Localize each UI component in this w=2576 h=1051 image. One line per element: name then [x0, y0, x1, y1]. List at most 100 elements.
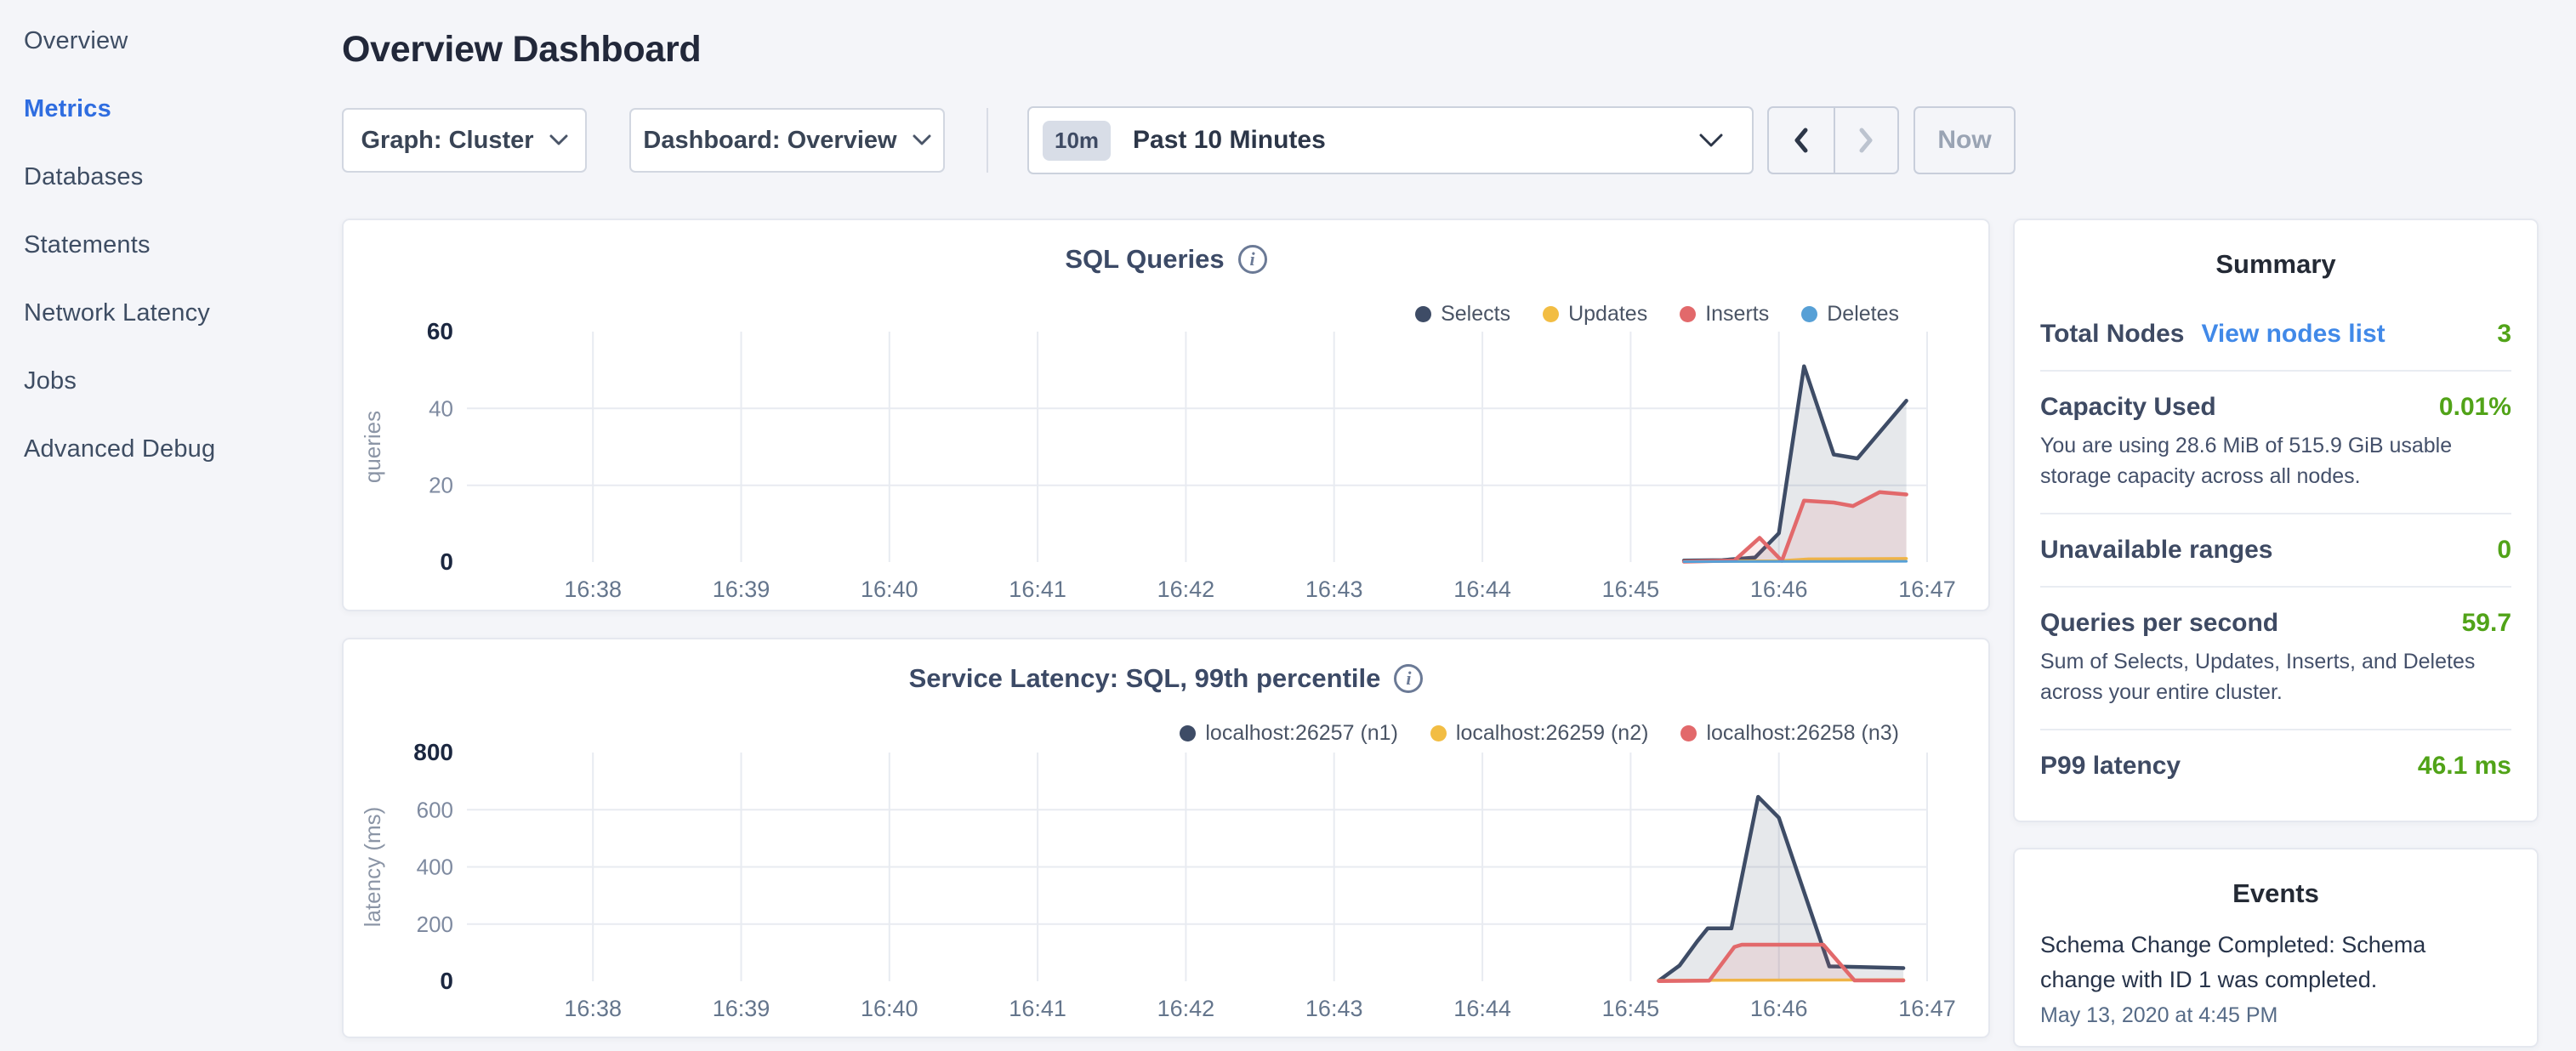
x-tick-label: 16:40	[861, 577, 918, 602]
summary-row-queries-per-second: Queries per second 59.7 Sum of Selects, Up…	[2040, 586, 2511, 729]
summary-row-label: P99 latency	[2040, 752, 2181, 781]
x-tick-label: 16:46	[1750, 577, 1808, 602]
legend-label: localhost:26257 (n1)	[1205, 721, 1398, 746]
time-range-prev-button[interactable]	[1769, 108, 1834, 173]
dashboard-dropdown[interactable]: Dashboard: Overview	[629, 108, 945, 173]
legend-item-deletes[interactable]: Deletes	[1801, 302, 1899, 327]
summary-row-description: Sum of Selects, Updates, Inserts, and De…	[2040, 646, 2511, 707]
sidebar: OverviewMetricsDatabasesStatementsNetwor…	[0, 7, 342, 483]
sidebar-item-metrics[interactable]: Metrics	[0, 75, 342, 143]
sidebar-item-jobs[interactable]: Jobs	[0, 347, 342, 415]
view-nodes-link[interactable]: View nodes list	[2201, 320, 2385, 349]
sidebar-item-databases[interactable]: Databases	[0, 143, 342, 211]
app-root: OverviewMetricsDatabasesStatementsNetwor…	[0, 0, 2576, 1051]
summary-row-description: You are using 28.6 MiB of 515.9 GiB usab…	[2040, 430, 2511, 491]
time-range-badge: 10m	[1043, 121, 1111, 161]
time-range-select[interactable]: 10m Past 10 Minutes	[1027, 106, 1754, 174]
legend-label: localhost:26258 (n3)	[1706, 721, 1899, 746]
event-item: Schema Change Completed: Schema change w…	[2040, 928, 2511, 1028]
sql-queries-chart[interactable]: 16:3816:3916:4016:4116:4216:4316:4416:45…	[344, 220, 1988, 610]
summary-row-total-nodes: Total NodesView nodes list3	[2040, 298, 2511, 370]
legend-item-localhost-26259-n2[interactable]: localhost:26259 (n2)	[1430, 721, 1649, 746]
legend-item-updates[interactable]: Updates	[1543, 302, 1647, 327]
sidebar-item-statements[interactable]: Statements	[0, 211, 342, 279]
summary-title: Summary	[2040, 249, 2511, 280]
event-timestamp: May 13, 2020 at 4:45 PM	[2040, 1003, 2511, 1028]
x-tick-label: 16:39	[713, 996, 771, 1021]
legend-dot-icon	[1543, 306, 1559, 322]
summary-row-value: 59.7	[2462, 609, 2511, 638]
sidebar-item-advanced-debug[interactable]: Advanced Debug	[0, 415, 342, 483]
chart-legend: localhost:26257 (n1) localhost:26259 (n2)…	[1180, 721, 1899, 746]
x-tick-label: 16:47	[1898, 577, 1956, 602]
summary-row-value: 3	[2497, 320, 2511, 349]
x-tick-label: 16:44	[1453, 577, 1511, 602]
info-icon[interactable]: i	[1238, 245, 1267, 274]
summary-row-capacity-used: Capacity Used 0.01% You are using 28.6 MiB…	[2040, 370, 2511, 513]
x-tick-label: 16:38	[564, 577, 622, 602]
graph-scope-dropdown-label: Graph: Cluster	[361, 127, 533, 155]
events-title: Events	[2040, 878, 2511, 909]
now-button[interactable]: Now	[1914, 106, 2016, 174]
legend-item-localhost-26257-n1[interactable]: localhost:26257 (n1)	[1180, 721, 1398, 746]
time-range-arrows	[1767, 106, 1899, 174]
time-range-next-button[interactable]	[1834, 108, 1898, 173]
chevron-right-icon	[1857, 127, 1874, 154]
summary-row-label: Queries per second	[2040, 609, 2278, 638]
x-tick-label: 16:42	[1157, 996, 1215, 1021]
legend-item-selects[interactable]: Selects	[1415, 302, 1510, 327]
chevron-down-icon	[913, 134, 931, 146]
summary-rows: Total NodesView nodes list3Capacity Used…	[2040, 298, 2511, 802]
summary-row-unavailable-ranges: Unavailable ranges 0	[2040, 513, 2511, 586]
x-tick-label: 16:43	[1305, 996, 1363, 1021]
page-title: Overview Dashboard	[342, 29, 701, 71]
chart-title: Service Latency: SQL, 99th percentile	[909, 663, 1381, 694]
legend-item-localhost-26258-n3[interactable]: localhost:26258 (n3)	[1680, 721, 1899, 746]
sidebar-item-network-latency[interactable]: Network Latency	[0, 279, 342, 347]
y-tick-label: 400	[417, 855, 453, 880]
legend-label: Selects	[1441, 302, 1510, 327]
x-tick-label: 16:39	[713, 577, 771, 602]
summary-row-label: Capacity Used	[2040, 393, 2216, 422]
summary-row-value: 0	[2497, 536, 2511, 565]
summary-row-label: Unavailable ranges	[2040, 536, 2272, 565]
legend-label: Deletes	[1827, 302, 1899, 327]
y-tick-label: 0	[440, 968, 453, 994]
chart-title: SQL Queries	[1065, 244, 1224, 275]
x-tick-label: 16:41	[1009, 577, 1066, 602]
legend-dot-icon	[1180, 725, 1196, 741]
events-list: Schema Change Completed: Schema change w…	[2040, 928, 2511, 1028]
y-tick-label: 60	[427, 318, 453, 344]
y-tick-label: 40	[429, 395, 453, 421]
summary-row-p99-latency: P99 latency 46.1 ms	[2040, 729, 2511, 802]
legend-label: Inserts	[1705, 302, 1769, 327]
info-icon[interactable]: i	[1394, 664, 1423, 693]
x-tick-label: 16:46	[1750, 996, 1808, 1021]
event-message: Schema Change Completed: Schema change w…	[2040, 928, 2453, 997]
y-axis-title: queries	[360, 411, 385, 483]
legend-label: Updates	[1568, 302, 1647, 327]
sql-queries-chart-card: SQL Queries i Selects Updates Inserts Delet…	[342, 219, 1990, 611]
summary-panel: Summary Total NodesView nodes list3Capac…	[2013, 219, 2539, 822]
toolbar-divider	[987, 108, 988, 173]
y-tick-label: 20	[429, 473, 453, 498]
summary-row-value: 0.01%	[2439, 393, 2511, 422]
legend-dot-icon	[1415, 306, 1431, 322]
y-tick-label: 800	[413, 739, 453, 765]
chevron-left-icon	[1793, 127, 1810, 154]
legend-dot-icon	[1680, 306, 1696, 322]
y-tick-label: 0	[440, 548, 453, 575]
chevron-down-icon	[549, 134, 568, 146]
x-tick-label: 16:42	[1157, 577, 1215, 602]
legend-dot-icon	[1680, 725, 1697, 741]
legend-item-inserts[interactable]: Inserts	[1680, 302, 1769, 327]
events-panel: Events Schema Change Completed: Schema c…	[2013, 848, 2539, 1048]
x-tick-label: 16:38	[564, 996, 622, 1021]
x-tick-label: 16:40	[861, 996, 918, 1021]
service-latency-chart-card: Service Latency: SQL, 99th percentile i …	[342, 638, 1990, 1038]
summary-row-value: 46.1 ms	[2418, 752, 2511, 781]
graph-scope-dropdown[interactable]: Graph: Cluster	[342, 108, 587, 173]
service-latency-chart[interactable]: 16:3816:3916:4016:4116:4216:4316:4416:45…	[344, 639, 1988, 1037]
sidebar-item-overview[interactable]: Overview	[0, 7, 342, 75]
x-tick-label: 16:47	[1898, 996, 1956, 1021]
